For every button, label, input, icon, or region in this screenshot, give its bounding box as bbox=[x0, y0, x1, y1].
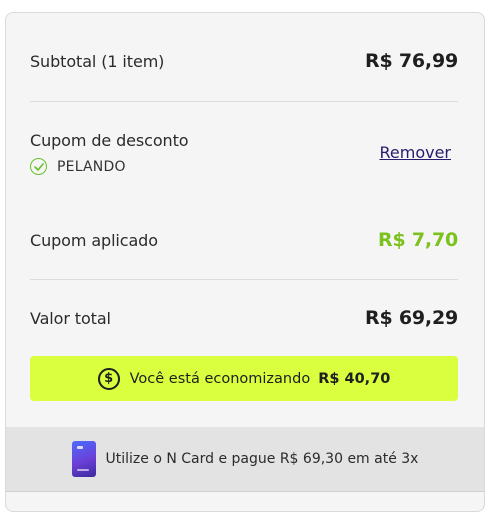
ncard-icon bbox=[71, 441, 96, 477]
dollar-circle-icon: $ bbox=[97, 367, 120, 390]
divider bbox=[30, 101, 458, 102]
coupon-block: Cupom de desconto PELANDO bbox=[30, 131, 189, 175]
ncard-promo-bar[interactable]: Utilize o N Card e pague R$ 69,30 em até… bbox=[6, 427, 484, 491]
coupon-applied-label: Cupom aplicado bbox=[30, 230, 158, 250]
divider bbox=[30, 279, 458, 280]
coupon-label: Cupom de desconto bbox=[30, 131, 189, 150]
total-label: Valor total bbox=[30, 308, 111, 328]
coupon-code: PELANDO bbox=[57, 158, 126, 175]
subtotal-label: Subtotal (1 item) bbox=[30, 51, 165, 71]
check-circle-icon bbox=[30, 158, 47, 175]
subtotal-value: R$ 76,99 bbox=[365, 50, 458, 72]
total-row: Valor total R$ 69,29 bbox=[30, 307, 458, 329]
order-summary-card: Subtotal (1 item) R$ 76,99 Cupom de desc… bbox=[5, 12, 485, 512]
subtotal-row: Subtotal (1 item) R$ 76,99 bbox=[30, 50, 458, 72]
savings-banner: $ Você está economizando R$ 40,70 bbox=[30, 356, 458, 401]
savings-text: Você está economizando bbox=[129, 370, 311, 387]
savings-amount: R$ 40,70 bbox=[318, 370, 391, 387]
remove-coupon-link[interactable]: Remover bbox=[379, 143, 451, 162]
coupon-applied-row: Cupom aplicado R$ 7,70 bbox=[30, 229, 458, 251]
ncard-text: Utilize o N Card e pague R$ 69,30 em até… bbox=[105, 451, 419, 467]
total-value: R$ 69,29 bbox=[365, 307, 458, 329]
coupon-code-row: PELANDO bbox=[30, 158, 188, 175]
divider bbox=[6, 491, 484, 492]
coupon-applied-value: R$ 7,70 bbox=[378, 229, 458, 251]
